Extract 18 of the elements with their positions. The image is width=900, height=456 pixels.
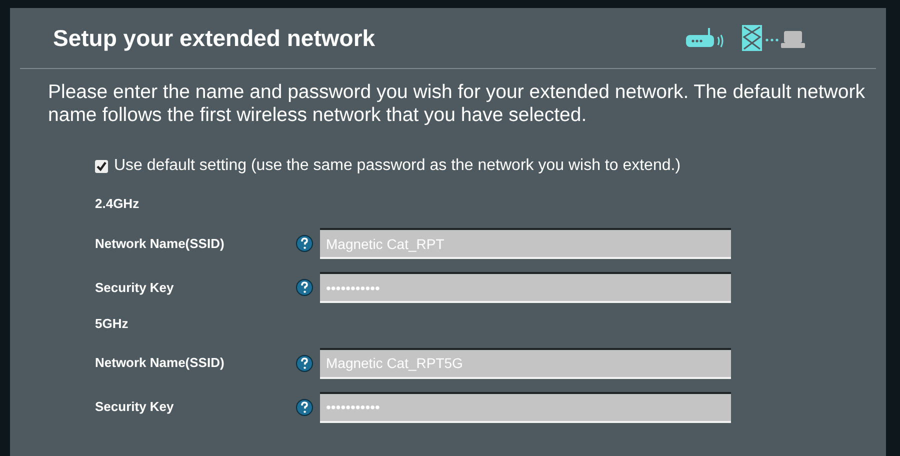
text-field[interactable]: ••••••••••• bbox=[320, 272, 731, 303]
text-field[interactable]: ••••••••••• bbox=[320, 392, 731, 422]
description-text: Please enter the name and password you wish for your extended network. The default network name follows the first wireless network that you have selected. bbox=[47, 80, 866, 127]
help-icon[interactable] bbox=[296, 279, 313, 296]
page-title: Setup your extended network bbox=[53, 24, 376, 53]
text-field[interactable]: Magnetic Cat_RPT bbox=[320, 228, 731, 259]
help-icon[interactable] bbox=[296, 235, 313, 252]
field-label: Security Key bbox=[94, 398, 175, 416]
help-icon[interactable] bbox=[296, 398, 313, 416]
default-setting-checkbox[interactable] bbox=[95, 160, 108, 172]
text-field[interactable]: Magnetic Cat_RPT5G bbox=[320, 348, 731, 378]
field-label: Network Name(SSID) bbox=[94, 234, 226, 253]
band-heading: 5GHz bbox=[94, 314, 130, 332]
default-setting-label: Use default setting (use the same password as the network you wish to extend.) bbox=[114, 156, 681, 176]
help-icon[interactable] bbox=[296, 354, 313, 372]
field-label: Security Key bbox=[94, 278, 175, 297]
field-label: Network Name(SSID) bbox=[94, 354, 226, 372]
band-heading: 2.4GHz bbox=[94, 195, 140, 213]
